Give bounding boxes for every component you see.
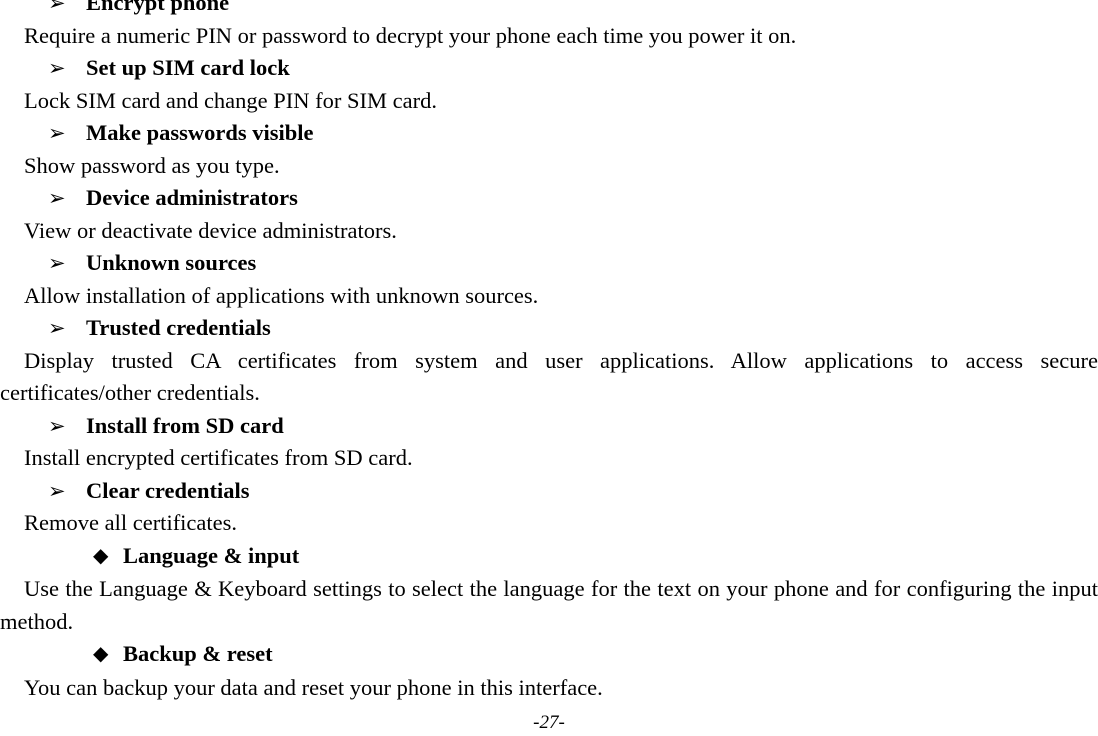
section-heading-trusted-credentials: ➢ Trusted credentials — [0, 312, 1098, 345]
section-heading-label: Make passwords visible — [86, 120, 314, 145]
section-heading-label: Device administrators — [86, 185, 298, 210]
section-heading-label: Set up SIM card lock — [86, 55, 290, 80]
section-heading-device-administrators: ➢ Device administrators — [0, 182, 1098, 215]
section-heading-clear-credentials: ➢ Clear credentials — [0, 475, 1098, 508]
section-heading-make-passwords-visible: ➢ Make passwords visible — [0, 117, 1098, 150]
arrow-bullet-icon: ➢ — [48, 186, 66, 210]
section-body-language-and-input: Use the Language & Keyboard settings to … — [0, 576, 1098, 634]
section-body-install-from-sd-card: Install encrypted certificates from SD c… — [24, 445, 413, 470]
arrow-bullet-icon: ➢ — [48, 413, 66, 438]
section-body-device-administrators: View or deactivate device administrators… — [24, 217, 397, 243]
section-heading-label: Trusted credentials — [86, 315, 271, 340]
section-heading-label: Clear credentials — [86, 477, 250, 503]
section-body-trusted-credentials: Display trusted CA certificates from sys… — [0, 347, 1098, 406]
arrow-bullet-icon: ➢ — [48, 121, 66, 145]
page-content: ➢ Encrypt phone Require a numeric PIN or … — [0, 0, 1098, 704]
section-heading-encrypt-phone: ➢ Encrypt phone — [0, 0, 1098, 20]
section-heading-unknown-sources: ➢ Unknown sources — [0, 247, 1098, 280]
arrow-bullet-icon: ➢ — [48, 478, 66, 503]
arrow-bullet-icon: ➢ — [48, 0, 66, 15]
section-body-clear-credentials: Remove all certificates. — [24, 510, 238, 535]
diamond-bullet-icon: ◆ — [93, 544, 109, 567]
section-heading-label: Encrypt phone — [86, 0, 230, 15]
arrow-bullet-icon: ➢ — [48, 251, 66, 275]
section-heading-backup-and-reset: ◆ Backup & reset — [0, 638, 1098, 672]
section-heading-set-up-sim-card-lock: ➢ Set up SIM card lock — [0, 52, 1098, 85]
section-body-make-passwords-visible: Show password as you type. — [24, 152, 280, 178]
section-heading-label: Unknown sources — [86, 250, 257, 275]
section-body-unknown-sources: Allow installation of applications with … — [24, 282, 539, 308]
section-heading-language-and-input: ◆ Language & input — [0, 540, 1098, 574]
section-heading-label: Language & input — [123, 542, 300, 568]
arrow-bullet-icon: ➢ — [48, 316, 66, 340]
diamond-bullet-icon: ◆ — [93, 643, 109, 665]
section-body-set-up-sim-card-lock: Lock SIM card and change PIN for SIM car… — [24, 87, 437, 113]
arrow-bullet-icon: ➢ — [48, 56, 66, 80]
page-number-footer: -27- — [533, 712, 565, 733]
section-body-encrypt-phone: Require a numeric PIN or password to dec… — [24, 22, 797, 48]
section-heading-install-from-sd-card: ➢ Install from SD card — [0, 410, 1098, 443]
section-heading-label: Backup & reset — [123, 641, 273, 666]
manual-page: ➢ Encrypt phone Require a numeric PIN or … — [0, 0, 1098, 736]
section-heading-label: Install from SD card — [86, 412, 284, 438]
section-body-backup-and-reset: You can backup your data and reset your … — [24, 674, 603, 700]
